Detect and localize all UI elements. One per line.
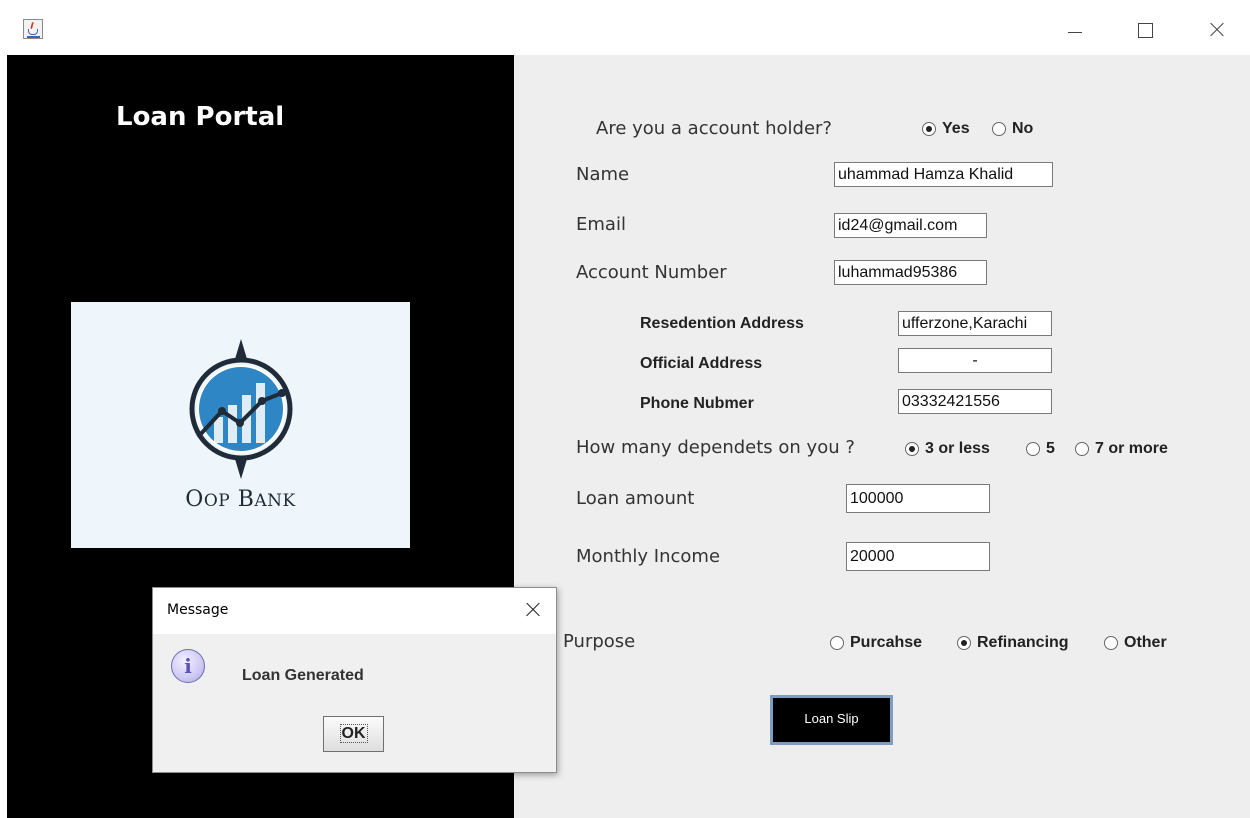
application-window: Loan Portal OOP BANK Are you a account h… [0,0,1250,818]
monthly-income-label: Monthly Income [576,546,721,567]
message-dialog: Message i Loan Generated OK [152,587,557,773]
minimize-icon[interactable] [1060,14,1090,44]
purpose-purchase-radio[interactable]: Purcahse [830,634,922,652]
residential-address-label: Resedention Address [640,315,804,332]
info-icon: i [171,649,205,683]
account-holder-question: Are you a account holder? [596,118,832,139]
name-field[interactable]: uhammad Hamza Khalid [834,162,1053,187]
portal-title: Loan Portal [116,102,285,132]
dialog-title-bar: Message [153,588,556,634]
dialog-message: Loan Generated [242,667,364,684]
loan-amount-label: Loan amount [576,488,695,509]
dialog-close-icon[interactable] [519,596,547,624]
official-address-field[interactable]: - [898,348,1052,373]
phone-label: Phone Nubmer [640,395,754,412]
email-label: Email [576,214,626,235]
purpose-other-radio[interactable]: Other [1104,634,1167,652]
phone-field[interactable]: 03332421556 [898,389,1052,414]
bank-name: OOP BANK [185,487,296,512]
ok-button[interactable]: OK [323,716,384,752]
account-holder-no-radio[interactable]: No [992,120,1033,138]
account-holder-yes-radio[interactable]: Yes [922,120,970,138]
residential-address-field[interactable]: ufferzone,Karachi [898,311,1052,336]
close-icon[interactable] [1201,14,1231,44]
loan-slip-button[interactable]: Loan Slip [770,695,893,745]
official-address-label: Official Address [640,355,763,372]
bank-logo: OOP BANK [71,302,410,548]
dependents-3-or-less-radio[interactable]: 3 or less [905,440,990,458]
account-number-field[interactable]: luhammad95386 [834,260,987,285]
email-field[interactable]: id24@gmail.com [834,213,987,238]
dialog-title: Message [167,602,229,618]
account-number-label: Account Number [576,262,727,283]
monthly-income-field[interactable]: 20000 [846,542,990,571]
loan-amount-field[interactable]: 100000 [846,484,990,513]
title-bar [0,0,1250,55]
maximize-icon[interactable] [1130,14,1160,44]
dependents-question: How many dependets on you ? [576,437,855,458]
purpose-label: Purpose [563,631,636,652]
purpose-refinancing-radio[interactable]: Refinancing [957,634,1069,652]
dependents-5-radio[interactable]: 5 [1026,440,1055,458]
dependents-7-or-more-radio[interactable]: 7 or more [1075,440,1168,458]
loan-form: Are you a account holder? Yes No Name uh… [514,55,1250,818]
name-label: Name [576,164,630,185]
compass-chart-logo-icon [189,339,293,479]
java-cup-icon[interactable] [23,19,43,39]
